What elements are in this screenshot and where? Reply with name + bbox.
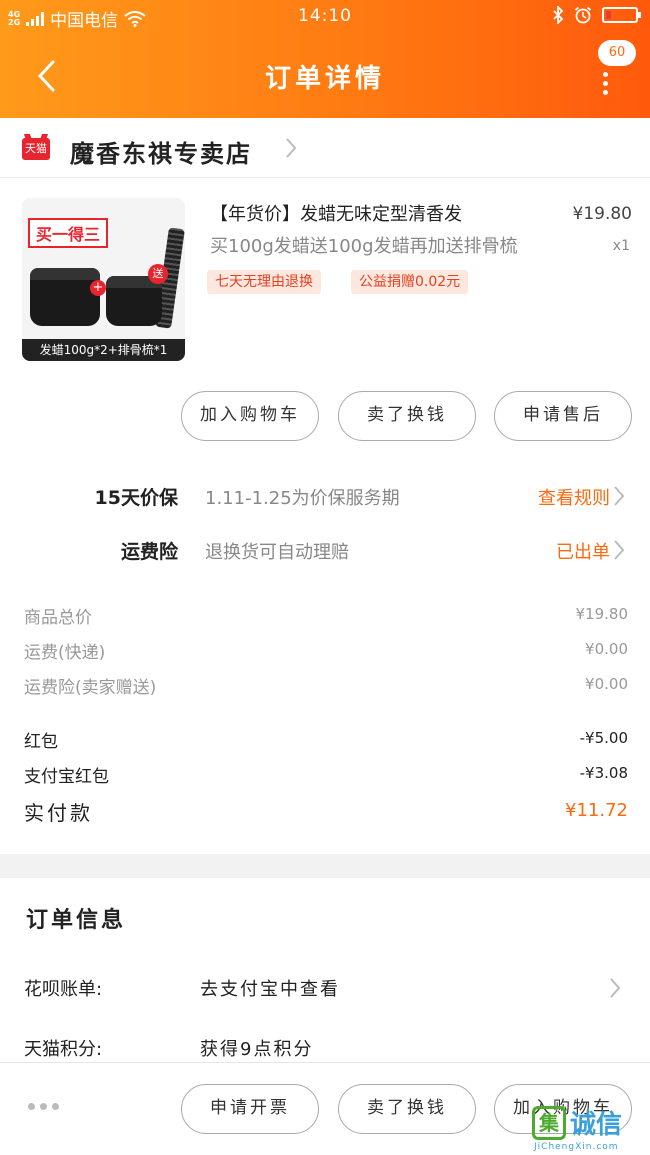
plus-icon: + — [90, 280, 106, 296]
status-bar: 4G 2G 中国电信 14:10 — [0, 0, 650, 34]
resell-button[interactable]: 卖了换钱 — [338, 391, 476, 441]
chevron-right-icon — [614, 486, 625, 506]
chevron-right-icon — [286, 138, 297, 158]
insurance-fee-value: ¥0.00 — [585, 675, 628, 693]
shipping-insurance-label: 运费险 — [120, 541, 178, 563]
actual-payment-label: 实付款 — [24, 801, 93, 825]
subtotal-value: ¥19.80 — [575, 605, 629, 623]
product-quantity: x1 — [612, 238, 630, 254]
bluetooth-icon — [553, 6, 564, 24]
product-image[interactable]: 买一得三 + 送 发蜡100g*2+排骨梳*1 — [22, 198, 185, 361]
price-protect-label: 15天价保 — [94, 487, 178, 509]
after-sale-button[interactable]: 申请售后 — [494, 391, 632, 441]
gift-label: 送 — [148, 264, 168, 284]
chevron-right-icon — [610, 978, 621, 998]
apply-invoice-button[interactable]: 申请开票 — [181, 1084, 319, 1134]
alipay-red-packet-label: 支付宝红包 — [24, 767, 109, 787]
status-right — [552, 6, 641, 24]
wax-jar-graphic — [30, 268, 100, 326]
wax-jar-graphic — [106, 276, 162, 326]
shipping-insurance-desc: 退换货可自动理赔 — [205, 542, 349, 563]
shop-name[interactable]: 魔香东祺专卖店 — [70, 134, 252, 169]
price-protect-desc: 1.11-1.25为价保服务期 — [205, 488, 400, 509]
insurance-fee-label: 运费险(卖家赠送) — [24, 678, 157, 698]
site-watermark: 集 诚信 JiChengXin.com — [532, 1102, 648, 1152]
header: 4G 2G 中国电信 14:10 订单详情 60 — [0, 0, 650, 118]
more-menu-button[interactable]: 60 — [590, 36, 642, 96]
message-badge: 60 — [598, 40, 636, 66]
order-info-title: 订单信息 — [26, 908, 127, 933]
chevron-right-icon — [614, 540, 625, 560]
shop-row[interactable]: 天猫 魔香东祺专卖店 — [0, 118, 650, 178]
tmall-points-label: 天猫积分: — [24, 1039, 103, 1060]
battery-icon — [602, 7, 641, 23]
product-price: ¥19.80 — [572, 204, 632, 224]
actual-payment-value: ¥11.72 — [565, 800, 628, 821]
resell-button-bottom[interactable]: 卖了换钱 — [338, 1084, 476, 1134]
more-vertical-icon — [603, 72, 608, 95]
tag-return-policy: 七天无理由退换 — [207, 270, 321, 294]
section-divider — [0, 854, 650, 878]
page-title: 订单详情 — [264, 64, 385, 94]
more-horizontal-icon[interactable] — [28, 1103, 59, 1110]
add-to-cart-button[interactable]: 加入购物车 — [181, 391, 319, 441]
watermark-url: JiChengXin.com — [534, 1142, 619, 1152]
alarm-icon — [574, 6, 592, 24]
huabei-bill-label: 花呗账单: — [24, 979, 103, 1000]
alipay-red-packet-value: -¥3.08 — [579, 764, 628, 782]
image-caption: 发蜡100g*2+排骨梳*1 — [22, 339, 185, 361]
subtotal-label: 商品总价 — [24, 608, 92, 628]
product-subtitle[interactable]: 买100g发蜡送100g发蜡再加送排骨梳 — [210, 232, 570, 262]
red-packet-label: 红包 — [24, 732, 58, 752]
shipping-fee-value: ¥0.00 — [585, 640, 628, 658]
product-title[interactable]: 【年货价】发蜡无味定型清香发 — [210, 198, 555, 232]
tmall-logo: 天猫 — [22, 138, 50, 160]
tag-charity: 公益捐赠0.02元 — [351, 270, 469, 294]
huabei-bill-value[interactable]: 去支付宝中查看 — [200, 975, 340, 1001]
watermark-logo: 集 — [532, 1106, 566, 1140]
insurance-issued-link[interactable]: 已出单 — [556, 538, 610, 564]
shipping-fee-label: 运费(快递) — [24, 643, 106, 663]
promo-label: 买一得三 — [28, 218, 109, 248]
tmall-points-value: 获得9点积分 — [200, 1039, 314, 1060]
watermark-name: 诚信 — [570, 1110, 623, 1140]
red-packet-value: -¥5.00 — [579, 729, 628, 747]
view-rules-link[interactable]: 查看规则 — [538, 484, 610, 510]
